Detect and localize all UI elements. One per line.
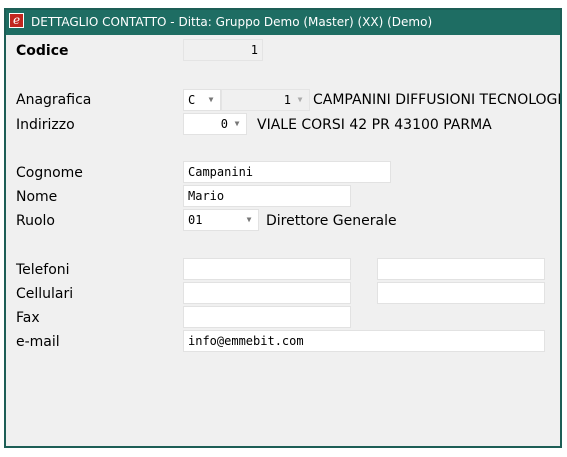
chevron-down-icon[interactable]: ▼ [204, 90, 218, 110]
fax-field[interactable] [183, 306, 351, 328]
indirizzo-label: Indirizzo [16, 117, 75, 133]
indirizzo-select[interactable]: 0 ▼ [183, 113, 247, 135]
anagrafica-code-value: 1 [283, 93, 291, 107]
anagrafica-code-field[interactable]: 1 ▼ [221, 89, 310, 111]
contact-form: Codice 1 Anagrafica C ▼ 1 ▼ CAMPANINI DI… [6, 35, 560, 446]
window-title: DETTAGLIO CONTATTO - Ditta: Gruppo Demo … [31, 15, 433, 29]
codice-label: Codice [16, 43, 69, 59]
indirizzo-description: VIALE CORSI 42 PR 43100 PARMA [257, 117, 492, 133]
cognome-field[interactable]: Campanini [183, 161, 391, 183]
ruolo-label: Ruolo [16, 213, 55, 229]
anagrafica-description: CAMPANINI DIFFUSIONI TECNOLOGICHE [313, 92, 562, 108]
chevron-down-icon[interactable]: ▼ [230, 114, 244, 134]
ruolo-description: Direttore Generale [266, 213, 397, 229]
cellulari-label: Cellulari [16, 286, 74, 302]
email-label: e-mail [16, 334, 60, 350]
anagrafica-type-select[interactable]: C ▼ [183, 89, 221, 111]
chevron-down-icon[interactable]: ▼ [293, 90, 307, 110]
telefono-2-field[interactable] [377, 258, 545, 280]
ruolo-select[interactable]: 01 ▼ [183, 209, 259, 231]
cellulare-2-field[interactable] [377, 282, 545, 304]
cellulare-1-field[interactable] [183, 282, 351, 304]
title-bar: e DETTAGLIO CONTATTO - Ditta: Gruppo Dem… [6, 10, 560, 35]
telefono-1-field[interactable] [183, 258, 351, 280]
e-app-icon: e [9, 13, 24, 28]
fax-label: Fax [16, 310, 40, 326]
anagrafica-label: Anagrafica [16, 92, 92, 108]
telefoni-label: Telefoni [16, 262, 70, 278]
chevron-down-icon[interactable]: ▼ [242, 210, 256, 230]
email-field[interactable]: info@emmebit.com [183, 330, 545, 352]
nome-field[interactable]: Mario [183, 185, 351, 207]
nome-label: Nome [16, 189, 58, 205]
cognome-label: Cognome [16, 165, 83, 181]
ruolo-value: 01 [188, 213, 203, 227]
indirizzo-value: 0 [220, 117, 228, 131]
contact-detail-window: e DETTAGLIO CONTATTO - Ditta: Gruppo Dem… [4, 8, 562, 448]
anagrafica-type-value: C [188, 93, 196, 107]
codice-field[interactable]: 1 [183, 39, 263, 61]
